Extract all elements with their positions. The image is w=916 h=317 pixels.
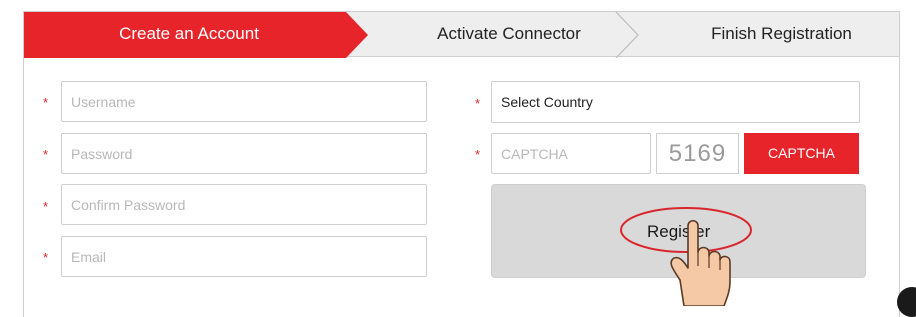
required-mark: * bbox=[43, 250, 49, 265]
required-mark: * bbox=[475, 96, 481, 111]
required-mark: * bbox=[43, 199, 49, 214]
required-mark: * bbox=[43, 95, 49, 110]
register-button-label: Register bbox=[647, 222, 711, 241]
confirm-password-input[interactable] bbox=[61, 184, 427, 225]
country-select[interactable]: Select Country bbox=[491, 81, 860, 123]
password-input[interactable] bbox=[61, 133, 427, 174]
registration-page: Create an Account Activate Connector Fin… bbox=[0, 0, 916, 317]
step-finish-registration: Finish Registration bbox=[711, 24, 852, 43]
email-input[interactable] bbox=[61, 236, 427, 277]
step-activate-connector: Activate Connector bbox=[437, 24, 581, 43]
username-input[interactable] bbox=[61, 81, 427, 122]
captcha-input[interactable] bbox=[491, 133, 651, 174]
registration-form: * * * * * Select Country * 5169 CAPTCHA … bbox=[23, 57, 900, 317]
step-create-account: Create an Account bbox=[119, 24, 259, 43]
registration-steps: Create an Account Activate Connector Fin… bbox=[23, 11, 900, 58]
required-mark: * bbox=[43, 147, 49, 162]
required-mark: * bbox=[475, 147, 481, 162]
captcha-image: 5169 bbox=[656, 133, 739, 174]
captcha-refresh-button[interactable]: CAPTCHA bbox=[744, 133, 859, 174]
